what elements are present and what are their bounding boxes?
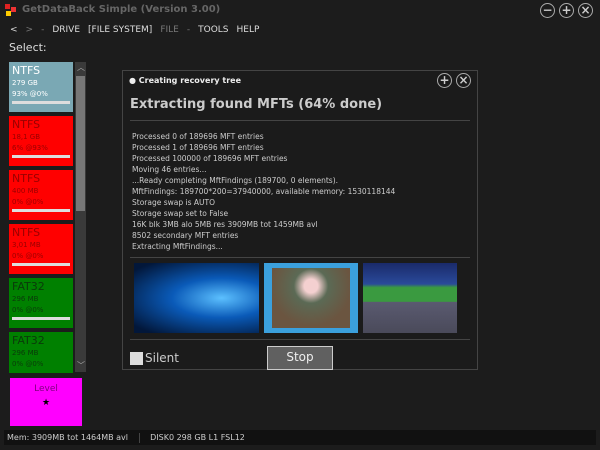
forward-button[interactable]: >	[26, 25, 34, 35]
menu-tools[interactable]: TOOLS	[198, 25, 228, 35]
partition-fs: NTFS	[12, 172, 41, 185]
partition-size: 3,01 MB	[12, 241, 41, 249]
menu-separator: -	[41, 25, 45, 35]
progress-bar	[12, 263, 70, 266]
back-button[interactable]: <	[10, 25, 18, 35]
partition-progress: 0% @0%	[12, 252, 44, 260]
thumbnail-windows-wallpaper	[134, 263, 259, 333]
dialog-header-text: Creating recovery tree	[138, 76, 242, 85]
level-label: Level	[34, 384, 58, 394]
partition-progress: 93% @0%	[12, 90, 48, 98]
partition-size: 279 GB	[12, 79, 38, 87]
log-line: Processed 1 of 189696 MFT entries	[132, 143, 264, 152]
menu-file[interactable]: FILE	[160, 25, 179, 35]
log-line: 8502 secondary MFT entries	[132, 231, 239, 240]
memory-status: Mem: 3909MB tot 1464MB avl	[7, 433, 129, 442]
progress-bar	[12, 155, 70, 158]
progress-bar	[12, 317, 70, 320]
log-output: Processed 0 of 189696 MFT entries Process…	[132, 131, 395, 252]
progress-dialog: ● Creating recovery tree + × Extracting …	[122, 70, 478, 370]
partition-card[interactable]: NTFS 279 GB 93% @0%	[9, 62, 73, 112]
partition-fs: FAT32	[12, 280, 45, 293]
divider	[138, 432, 140, 443]
stop-button[interactable]: Stop	[267, 346, 333, 370]
log-line: 16K blk 3MB alo 5MB res 3909MB tot 1459M…	[132, 220, 318, 229]
scrollbar-thumb[interactable]	[76, 76, 85, 211]
log-line: Storage swap set to False	[132, 209, 229, 218]
window-title: GetDataBack Simple (Version 3.00)	[22, 4, 221, 15]
progress-bar	[12, 209, 70, 212]
maximize-button[interactable]: +	[559, 3, 574, 18]
log-line: Extracting MftFindings...	[132, 242, 223, 251]
partition-progress: 0% @0%	[12, 360, 44, 368]
thumbnail-building-photo	[363, 263, 457, 333]
dialog-title: Extracting found MFTs (64% done)	[130, 97, 383, 112]
partition-size: 296 MB	[12, 349, 39, 357]
partition-fs: FAT32	[12, 334, 45, 347]
menu-file-system[interactable]: [FILE SYSTEM]	[88, 25, 152, 35]
dialog-header: ● Creating recovery tree	[129, 76, 241, 85]
log-line: Moving 46 entries...	[132, 165, 207, 174]
partition-fs: NTFS	[12, 226, 41, 239]
checkbox-box[interactable]	[130, 351, 143, 365]
partition-fs: NTFS	[12, 118, 41, 131]
divider	[130, 339, 470, 340]
info-icon: ●	[129, 76, 136, 85]
scroll-down-icon[interactable]: ﹀	[77, 360, 85, 371]
dialog-expand-button[interactable]: +	[437, 73, 452, 88]
log-line: MftFindings: 189700*200=37940000, availa…	[132, 187, 396, 196]
status-bar: Mem: 3909MB tot 1464MB avl DISK0 298 GB …	[4, 430, 596, 445]
app-logo-icon	[4, 3, 18, 17]
menu-help[interactable]: HELP	[237, 25, 260, 35]
minimize-button[interactable]: −	[540, 3, 555, 18]
menu-drive[interactable]: DRIVE	[52, 25, 80, 35]
scroll-up-icon[interactable]: ︿	[77, 62, 85, 73]
menu-bar: < > - DRIVE [FILE SYSTEM] FILE - TOOLS H…	[10, 25, 259, 35]
partition-card[interactable]: FAT32 296 MB 0% @0%	[9, 278, 73, 328]
partition-card[interactable]: NTFS 18,1 GB 6% @93%	[9, 116, 73, 166]
dialog-close-button[interactable]: ×	[456, 73, 471, 88]
partition-fs: NTFS	[12, 64, 41, 77]
silent-label: Silent	[145, 351, 179, 365]
silent-checkbox[interactable]: Silent	[130, 351, 179, 365]
progress-bar	[12, 101, 70, 104]
thumbnail-cactus-photo	[264, 263, 358, 333]
disk-status: DISK0 298 GB L1 FSL12	[150, 433, 245, 442]
divider	[130, 257, 470, 258]
partition-card[interactable]: FAT32 296 MB 0% @0%	[9, 332, 73, 373]
partition-size: 296 MB	[12, 295, 39, 303]
partition-progress: 0% @0%	[12, 306, 44, 314]
level-button[interactable]: Level ★	[10, 378, 82, 426]
menu-separator: -	[186, 25, 191, 35]
star-icon: ★	[41, 398, 51, 408]
log-line: Processed 100000 of 189696 MFT entries	[132, 154, 288, 163]
partition-progress: 0% @0%	[12, 198, 44, 206]
partition-size: 18,1 GB	[12, 133, 41, 141]
partition-card[interactable]: NTFS 400 MB 0% @0%	[9, 170, 73, 220]
partition-progress: 6% @93%	[12, 144, 48, 152]
divider	[130, 120, 470, 121]
close-button[interactable]: ×	[578, 3, 593, 18]
select-label: Select:	[9, 41, 47, 54]
partition-size: 400 MB	[12, 187, 39, 195]
partition-card[interactable]: NTFS 3,01 MB 0% @0%	[9, 224, 73, 274]
log-line: Processed 0 of 189696 MFT entries	[132, 132, 264, 141]
log-line: ...Ready completing MftFindings (189700,…	[132, 176, 339, 185]
log-line: Storage swap is AUTO	[132, 198, 215, 207]
